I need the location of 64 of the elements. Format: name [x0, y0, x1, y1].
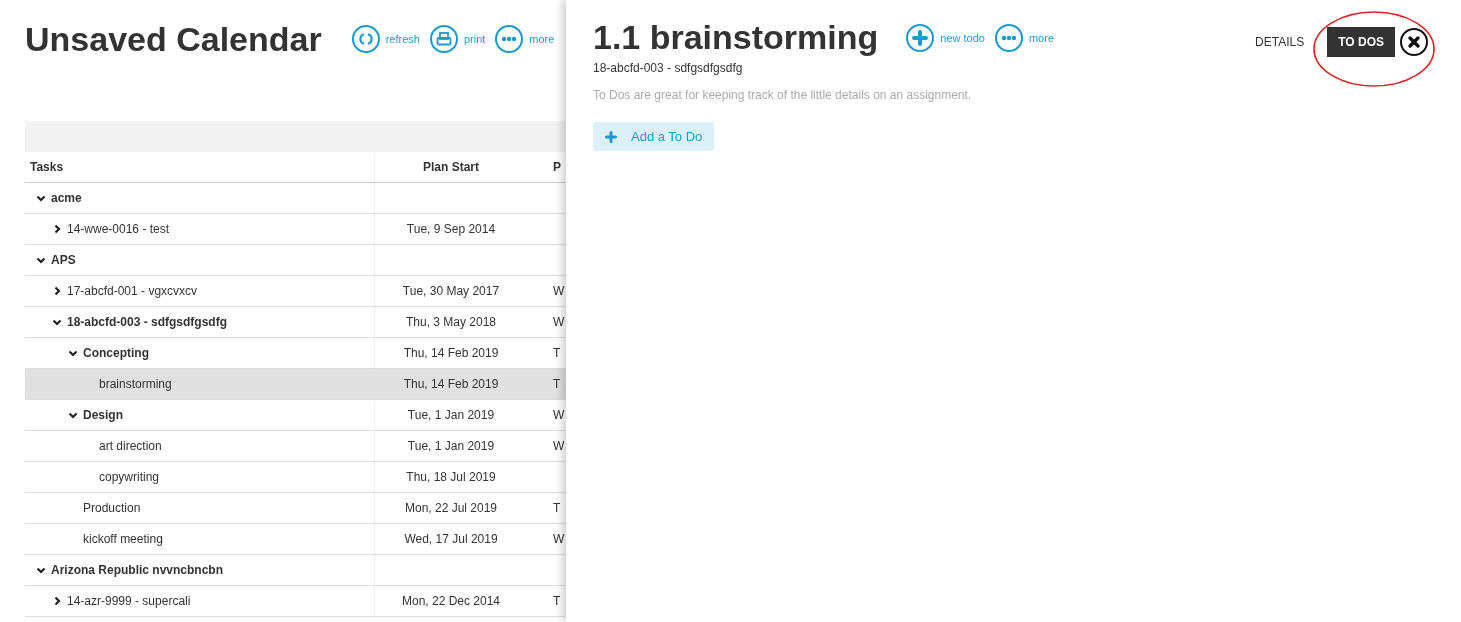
task-name: 14-azr-9999 - supercali	[67, 594, 191, 608]
task-name: Production	[83, 501, 141, 515]
task-name: Arizona Republic nvvncbncbn	[51, 563, 224, 577]
date-cell: Wed, 17 Jul 2019	[404, 532, 498, 546]
table-row[interactable]: brainstorming Thu, 14 Feb 2019 T	[25, 369, 566, 400]
hint-text: To Dos are great for keeping track of the little details on an assignment.	[593, 88, 973, 102]
table-cell: T	[553, 346, 561, 360]
table-cell: T	[553, 501, 561, 515]
more-icon	[495, 25, 524, 53]
close-button[interactable]	[1400, 28, 1428, 56]
table-cell: T	[553, 377, 561, 391]
task-name: art direction	[99, 439, 162, 453]
table-row[interactable]: 14-wwe-0016 - test Tue, 9 Sep 2014	[25, 214, 566, 245]
table-cell: T	[553, 594, 561, 608]
tab[interactable]: DETAILS	[1244, 27, 1316, 57]
table-row[interactable]: 18-abcfd-003 - sdfgsdfgsdfg Thu, 3 May 2018 W	[25, 307, 566, 338]
table-row[interactable]: 17-abcfd-001 - vgxcvxcv Tue, 30 May 2017 W	[25, 276, 566, 307]
close-icon	[1407, 35, 1421, 49]
table-row[interactable]: kickoff meeting Wed, 17 Jul 2019 W	[25, 524, 566, 555]
date-cell: Tue, 1 Jan 2019	[407, 408, 495, 422]
date-cell: Thu, 14 Feb 2019	[403, 346, 499, 360]
task-name: 17-abcfd-001 - vgxcvxcv	[67, 284, 198, 298]
table-row[interactable]: APS	[25, 245, 566, 276]
page-title: Unsaved Calendar	[25, 19, 322, 59]
date-cell: Thu, 3 May 2018	[405, 315, 497, 329]
task-name: brainstorming	[99, 377, 172, 391]
column-header[interactable]: Plan Start	[423, 160, 479, 174]
more-icon	[994, 23, 1023, 52]
date-cell: Mon, 22 Dec 2014	[401, 594, 501, 608]
table-cell: W	[553, 284, 565, 298]
printer-icon	[429, 25, 458, 53]
subtitle: 18-abcfd-003 - sdfgsdfgsdfg	[593, 61, 744, 75]
date-cell: Mon, 22 Jul 2019	[404, 501, 498, 515]
task-name: APS	[51, 253, 76, 267]
date-cell: Thu, 18 Jul 2019	[406, 470, 496, 484]
task-name: acme	[51, 191, 82, 205]
table-row[interactable]: Arizona Republic nvvncbncbn	[25, 555, 566, 586]
task-name: 14-wwe-0016 - test	[67, 222, 170, 236]
refresh-icon	[351, 25, 380, 53]
panel-title: 1.1 brainstorming	[593, 18, 879, 57]
column-header[interactable]: P	[553, 160, 561, 174]
column-header[interactable]: Tasks	[30, 160, 64, 174]
task-name: Design	[83, 408, 123, 422]
table-row[interactable]: copywriting Thu, 18 Jul 2019	[25, 462, 566, 493]
table-cell: W	[553, 439, 565, 453]
task-name: 18-abcfd-003 - sdfgsdfgsdfg	[67, 315, 228, 329]
task-name: Concepting	[83, 346, 149, 360]
date-cell: Tue, 30 May 2017	[402, 284, 500, 298]
plus-icon	[906, 23, 935, 52]
table-cell: W	[553, 408, 565, 422]
table-cell: W	[553, 315, 565, 329]
date-cell: Tue, 9 Sep 2014	[406, 222, 496, 236]
table-cell: W	[553, 532, 565, 546]
table-row[interactable]: Production Mon, 22 Jul 2019 T	[25, 493, 566, 524]
table-row[interactable]: 14-azr-9999 - supercali Mon, 22 Dec 2014 T	[25, 586, 566, 617]
task-name: copywriting	[99, 470, 160, 484]
date-cell: Tue, 1 Jan 2019	[407, 439, 495, 453]
date-cell: Thu, 14 Feb 2019	[403, 377, 499, 391]
table-row[interactable]: acme	[25, 183, 566, 214]
table-row[interactable]: art direction Tue, 1 Jan 2019 W	[25, 431, 566, 462]
task-name: kickoff meeting	[83, 532, 163, 546]
plus-icon	[605, 130, 617, 143]
tab[interactable]: TO DOS	[1327, 27, 1395, 57]
table-row[interactable]: Design Tue, 1 Jan 2019 W	[25, 400, 566, 431]
